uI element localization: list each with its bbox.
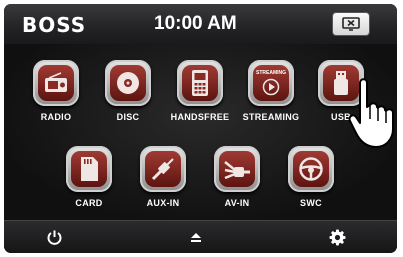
- app-label: DISC: [116, 112, 140, 122]
- app-streaming[interactable]: STREAMING STREAMING: [239, 60, 303, 122]
- av-cable-icon: [224, 161, 250, 180]
- radio-icon: [45, 72, 67, 92]
- status-bar: BOSS 10:00 AM: [4, 4, 397, 45]
- eject-icon[interactable]: [190, 232, 202, 243]
- app-handsfree[interactable]: HANDSFREE: [168, 60, 232, 122]
- streaming-icon-text: STREAMING: [256, 70, 286, 76]
- disc-icon: [117, 72, 139, 94]
- sd-card-icon: [81, 157, 98, 181]
- app-label: SWC: [300, 198, 322, 208]
- screen-off-button[interactable]: [333, 13, 369, 35]
- app-label: AUX-IN: [146, 198, 180, 208]
- app-card[interactable]: CARD: [57, 146, 121, 208]
- app-aux-in[interactable]: AUX-IN: [131, 146, 195, 208]
- head-unit-screen: BOSS 10:00 AM RADIO DISC HANDSFREE STREA…: [4, 4, 397, 253]
- app-label: HANDSFREE: [170, 112, 230, 122]
- app-grid: RADIO DISC HANDSFREE STREAMING STREAMING…: [4, 44, 397, 220]
- screen-off-icon: [342, 17, 360, 31]
- steering-wheel-icon: [299, 157, 323, 181]
- power-icon[interactable]: [46, 229, 63, 246]
- bottom-bar: [4, 220, 397, 253]
- app-label: STREAMING: [242, 112, 300, 122]
- pointing-hand-icon: [348, 78, 394, 148]
- usb-icon: [334, 71, 348, 95]
- brand-logo: BOSS: [22, 13, 87, 37]
- app-av-in[interactable]: AV-IN: [205, 146, 269, 208]
- app-radio[interactable]: RADIO: [24, 60, 88, 122]
- phone-icon: [192, 70, 208, 96]
- app-label: AV-IN: [224, 198, 250, 208]
- streaming-icon: [262, 78, 280, 96]
- app-swc[interactable]: SWC: [279, 146, 343, 208]
- app-label: RADIO: [40, 112, 72, 122]
- aux-plug-icon: [151, 158, 174, 181]
- clock: 10:00 AM: [154, 13, 237, 34]
- gear-icon[interactable]: [329, 229, 346, 246]
- app-disc[interactable]: DISC: [96, 60, 160, 122]
- app-label: CARD: [75, 198, 103, 208]
